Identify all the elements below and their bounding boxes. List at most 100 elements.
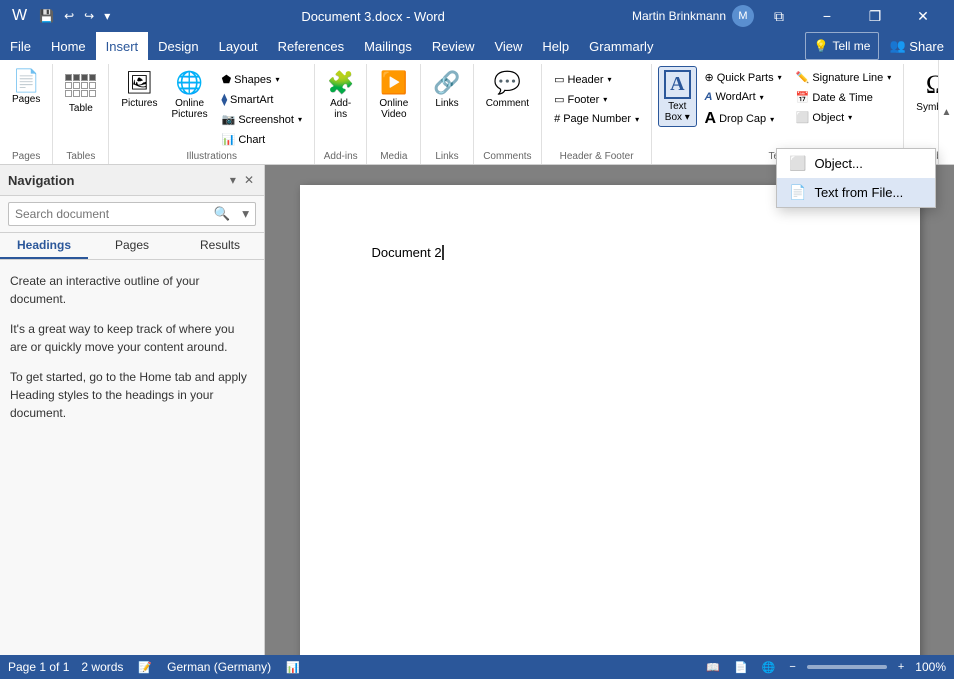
- shapes-icon: ⬟: [222, 73, 232, 86]
- pages-btn[interactable]: 📄 Pages: [6, 66, 46, 109]
- chart-btn[interactable]: 📊 Chart: [216, 130, 308, 149]
- ribbon-collapse-btn[interactable]: ▲: [938, 60, 954, 164]
- screenshot-icon: 📷: [222, 113, 236, 126]
- dropdown-item-text-from-file[interactable]: 📄 Text from File...: [777, 178, 935, 207]
- quick-access-toolbar: 💾 ↩ ↪ ▾: [35, 7, 114, 25]
- online-pictures-btn[interactable]: 🌐 OnlinePictures: [165, 66, 213, 124]
- online-video-btn[interactable]: ▶️ OnlineVideo: [373, 66, 414, 124]
- close-btn[interactable]: ✕: [900, 0, 946, 32]
- chevron-up-icon: ▲: [942, 107, 952, 118]
- links-btn[interactable]: 🔗 Links: [427, 66, 466, 113]
- redo-quick-btn[interactable]: ↪: [80, 7, 98, 25]
- menu-insert[interactable]: Insert: [96, 32, 149, 60]
- drop-cap-icon: A: [705, 110, 717, 128]
- print-layout-btn[interactable]: 📄: [731, 661, 751, 674]
- wordart-dropdown-icon: ▾: [760, 93, 764, 102]
- search-input[interactable]: [9, 204, 208, 224]
- header-btn[interactable]: ▭ Header ▾: [548, 70, 645, 89]
- menu-view[interactable]: View: [484, 32, 532, 60]
- navigation-panel: Navigation ▾ ✕ 🔍 ▾ Headings Pages Result…: [0, 165, 265, 655]
- menu-review[interactable]: Review: [422, 32, 485, 60]
- menu-references[interactable]: References: [268, 32, 354, 60]
- search-options-btn[interactable]: ▾: [236, 203, 255, 225]
- ribbon-group-header-footer: ▭ Header ▾ ▭ Footer ▾ # Page Number ▾ He…: [542, 64, 652, 164]
- nav-panel-options-btn[interactable]: ▾: [228, 171, 238, 189]
- menu-help[interactable]: Help: [532, 32, 579, 60]
- nav-hint-2: It's a great way to keep track of where …: [10, 320, 254, 356]
- text-box-btn[interactable]: A TextBox ▾: [658, 66, 696, 127]
- shapes-dropdown-icon: ▾: [275, 75, 279, 84]
- signature-line-icon: ✏️: [796, 71, 810, 84]
- menu-home[interactable]: Home: [41, 32, 96, 60]
- pages-icon: 📄: [12, 70, 39, 92]
- track-changes-icon[interactable]: 📊: [283, 661, 303, 674]
- date-time-icon: 📅: [796, 91, 810, 104]
- avatar: M: [732, 5, 754, 27]
- nav-panel-header: Navigation ▾ ✕: [0, 165, 264, 196]
- addins-icon: 🧩: [327, 70, 354, 96]
- share-btn[interactable]: 👥 Share: [879, 32, 954, 60]
- nav-content: Create an interactive outline of your do…: [0, 260, 264, 655]
- customize-qa-btn[interactable]: ▾: [100, 7, 114, 25]
- nav-search-area: 🔍 ▾: [0, 196, 264, 233]
- tab-headings[interactable]: Headings: [0, 233, 88, 259]
- text-cursor: [442, 245, 444, 260]
- tell-me-bar[interactable]: 💡 Tell me: [805, 32, 880, 60]
- title-bar-left: W 💾 ↩ ↪ ▾: [8, 5, 114, 27]
- nav-search-box[interactable]: 🔍 ▾: [8, 202, 256, 226]
- status-bar: Page 1 of 1 2 words 📝 German (Germany) 📊…: [0, 655, 954, 679]
- tab-results[interactable]: Results: [176, 233, 264, 259]
- menu-grammarly[interactable]: Grammarly: [579, 32, 663, 60]
- search-btn[interactable]: 🔍: [208, 203, 237, 225]
- dropdown-item-object-label: Object...: [814, 156, 862, 171]
- menu-file[interactable]: File: [0, 32, 41, 60]
- zoom-slider[interactable]: [807, 665, 887, 669]
- screenshot-btn[interactable]: 📷 Screenshot ▾: [216, 110, 308, 129]
- undo-quick-btn[interactable]: ↩: [60, 7, 78, 25]
- table-btn[interactable]: Table: [59, 66, 102, 118]
- menu-layout[interactable]: Layout: [209, 32, 268, 60]
- ribbon-group-pages: 📄 Pages Pages: [0, 64, 53, 164]
- addins-btn[interactable]: 🧩 Add-ins: [321, 66, 360, 124]
- dropdown-item-object[interactable]: ⬜ Object...: [777, 149, 935, 178]
- pictures-btn[interactable]: 🖼 Pictures: [115, 66, 163, 113]
- share-icon: 👥: [889, 38, 905, 54]
- page-info: Page 1 of 1: [8, 660, 69, 674]
- maximize-btn[interactable]: ❐: [852, 0, 898, 32]
- pages-label: Pages: [12, 94, 40, 105]
- wordart-btn[interactable]: A WordArt ▾: [699, 88, 788, 106]
- date-time-btn[interactable]: 📅 Date & Time: [790, 88, 898, 107]
- signature-line-btn[interactable]: ✏️ Signature Line ▾: [790, 68, 898, 87]
- document-area[interactable]: Document 2: [265, 165, 954, 655]
- quick-parts-dropdown-icon: ▾: [778, 73, 782, 82]
- drop-cap-btn[interactable]: A Drop Cap ▾: [699, 107, 788, 131]
- web-layout-btn[interactable]: 🌐: [759, 661, 779, 674]
- nav-panel-close-btn[interactable]: ✕: [242, 171, 256, 189]
- table-icon: [65, 74, 96, 97]
- title-bar: W 💾 ↩ ↪ ▾ Document 3.docx - Word Martin …: [0, 0, 954, 32]
- links-icon: 🔗: [433, 70, 460, 96]
- read-mode-btn[interactable]: 📖: [703, 661, 723, 674]
- comment-btn[interactable]: 💬 Comment: [480, 66, 535, 113]
- main-area: Navigation ▾ ✕ 🔍 ▾ Headings Pages Result…: [0, 165, 954, 655]
- zoom-out-btn[interactable]: −: [786, 661, 798, 673]
- zoom-in-btn[interactable]: +: [895, 661, 907, 673]
- minimize-btn[interactable]: −: [804, 0, 850, 32]
- document-content[interactable]: Document 2: [372, 245, 848, 260]
- restore-down-btn[interactable]: ⧉: [756, 0, 802, 32]
- object-ribbon-btn[interactable]: ⬜ Object ▾: [790, 108, 898, 127]
- footer-btn[interactable]: ▭ Footer ▾: [548, 90, 645, 109]
- tab-pages[interactable]: Pages: [88, 233, 176, 259]
- proofing-icon[interactable]: 📝: [135, 661, 155, 674]
- screenshot-dropdown-icon: ▾: [298, 115, 302, 124]
- illustrations-group-label: Illustrations: [115, 149, 308, 162]
- quick-parts-btn[interactable]: ⊕ Quick Parts ▾: [699, 68, 788, 87]
- pages-group-label: Pages: [6, 149, 46, 162]
- page-number-btn[interactable]: # Page Number ▾: [548, 110, 645, 128]
- menu-mailings[interactable]: Mailings: [354, 32, 422, 60]
- menu-design[interactable]: Design: [148, 32, 208, 60]
- save-quick-btn[interactable]: 💾: [35, 7, 58, 25]
- drop-cap-dropdown-icon: ▾: [770, 115, 774, 124]
- shapes-btn[interactable]: ⬟ Shapes ▾: [216, 70, 308, 89]
- smartart-btn[interactable]: ⧫ SmartArt: [216, 90, 308, 109]
